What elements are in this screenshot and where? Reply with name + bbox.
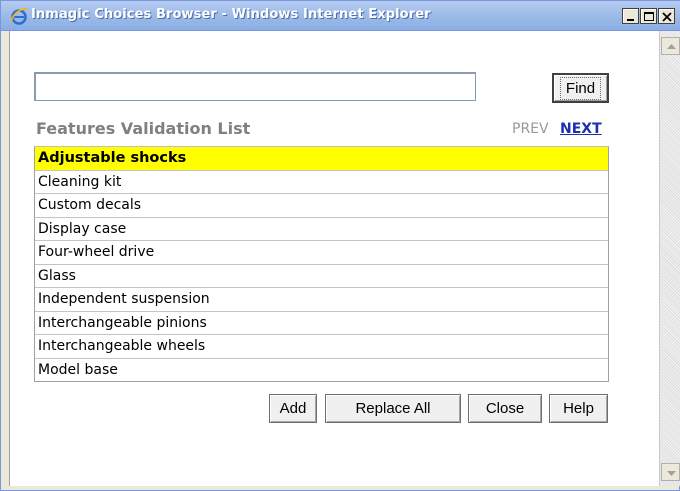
window-title: Inmagic Choices Browser - Windows Intern…	[31, 7, 431, 22]
browser-window: Inmagic Choices Browser - Windows Intern…	[0, 0, 680, 491]
list-title: Features Validation List	[36, 119, 251, 138]
help-button[interactable]: Help	[549, 394, 608, 423]
close-button[interactable]: Close	[468, 394, 542, 423]
find-button-label: Find	[559, 76, 602, 100]
list-item[interactable]: Interchangeable pinions	[35, 312, 608, 335]
list-item[interactable]: Custom decals	[35, 194, 608, 218]
replace-all-button[interactable]: Replace All	[325, 394, 461, 423]
list-item[interactable]: Glass	[35, 265, 608, 288]
maximize-icon[interactable]	[640, 8, 657, 24]
list-item[interactable]: Cleaning kit	[35, 171, 608, 194]
prev-link: PREV	[512, 121, 549, 137]
list-item[interactable]: Four-wheel drive	[35, 241, 608, 265]
find-button[interactable]: Find	[552, 73, 609, 103]
internet-explorer-icon	[10, 7, 28, 25]
list-item[interactable]: Display case	[35, 218, 608, 241]
list-item[interactable]: Model base	[35, 359, 608, 383]
choices-list: Adjustable shocks Cleaning kit Custom de…	[34, 146, 609, 382]
list-item[interactable]: Adjustable shocks	[35, 147, 608, 171]
add-button[interactable]: Add	[269, 394, 317, 423]
title-bar[interactable]: Inmagic Choices Browser - Windows Intern…	[1, 1, 680, 31]
close-icon[interactable]	[658, 8, 675, 24]
scroll-down-icon[interactable]	[661, 463, 680, 481]
list-item[interactable]: Independent suspension	[35, 288, 608, 312]
scroll-up-icon[interactable]	[661, 37, 680, 55]
list-item[interactable]: Interchangeable wheels	[35, 335, 608, 359]
vertical-scrollbar[interactable]	[659, 31, 680, 486]
minimize-icon[interactable]	[622, 8, 639, 24]
next-link[interactable]: NEXT	[560, 121, 602, 137]
search-input[interactable]	[34, 72, 476, 101]
